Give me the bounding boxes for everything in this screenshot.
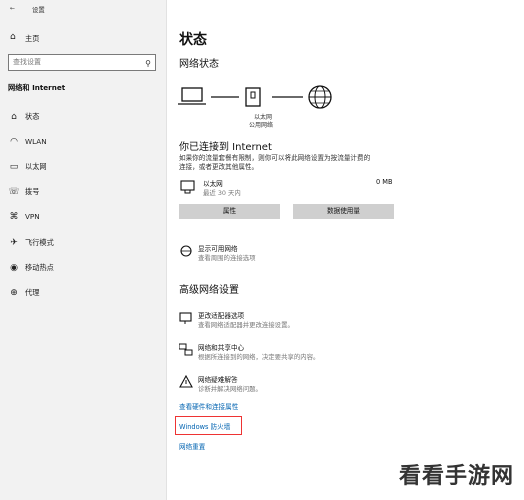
sidebar-item-label: 移动热点: [25, 263, 54, 272]
page-title: 状态: [179, 32, 207, 48]
connected-heading: 你已连接到 Internet: [179, 142, 272, 153]
diagram-label-line2: 公用网络: [249, 122, 274, 129]
dialup-icon: ☏: [8, 187, 20, 197]
show-networks-item[interactable]: 显示可用网络 查看周围的连接选项: [179, 243, 394, 265]
adapter-options-icon: [179, 312, 192, 324]
sidebar-item-status[interactable]: ⌂ 状态: [0, 108, 166, 130]
adapter-sub: 最近 30 天内: [203, 189, 241, 197]
sidebar-home[interactable]: ⌂ 主页: [10, 32, 150, 46]
sidebar-item-hotspot[interactable]: ◉ 移动热点: [0, 259, 166, 281]
sidebar-item-label: VPN: [25, 212, 40, 221]
window-title: 设置: [32, 6, 45, 14]
data-usage-button[interactable]: 数据使用量: [293, 204, 394, 219]
connected-desc-line2: 连接，或者更改其他属性。: [179, 163, 259, 171]
sidebar-home-label: 主页: [25, 34, 40, 43]
show-networks-title: 显示可用网络: [198, 245, 238, 253]
search-icon[interactable]: ⚲: [145, 56, 151, 71]
network-reset-link[interactable]: 网络重置: [179, 441, 205, 451]
change-adapter-options[interactable]: 更改适配器选项 查看网络适配器并更改连接设置。: [179, 310, 394, 332]
search-input[interactable]: 查找设置 ⚲: [8, 54, 156, 71]
sidebar-item-label: 飞行模式: [25, 238, 54, 247]
globe-icon: ⊕: [10, 288, 18, 298]
ethernet-icon: ▭: [9, 162, 19, 172]
sidebar-item-airplane[interactable]: ✈ 飞行模式: [0, 234, 166, 256]
internet-globe-icon: [308, 85, 332, 109]
airplane-icon: ✈: [10, 238, 18, 248]
sidebar-item-dialup[interactable]: ☏ 拨号: [0, 183, 166, 205]
sidebar-item-proxy[interactable]: ⊕ 代理: [0, 284, 166, 306]
router-icon: [245, 87, 261, 107]
network-sharing-center[interactable]: 网络和共享中心 根据所连接到的网络，决定要共享的内容。: [179, 342, 394, 364]
computer-icon: [178, 87, 206, 105]
ethernet-adapter-icon: [180, 180, 195, 194]
adv-item-title: 网络疑难解答: [198, 376, 238, 384]
network-status-heading: 网络状态: [179, 59, 219, 70]
home-icon: ⌂: [10, 32, 16, 42]
adapter-usage: 0 MB: [376, 178, 393, 186]
adv-item-desc: 查看网络适配器并更改连接设置。: [198, 321, 294, 329]
show-networks-desc: 查看周围的连接选项: [198, 254, 256, 262]
sidebar-item-label: 代理: [25, 288, 40, 297]
vpn-icon: ⌘: [9, 212, 19, 222]
show-networks-icon: [180, 245, 192, 257]
watermark: 看看手游网: [398, 464, 514, 489]
sidebar-item-label: 状态: [25, 112, 40, 121]
adapter-name: 以太网: [203, 180, 223, 188]
sidebar-item-wlan[interactable]: ◠ WLAN: [0, 133, 166, 155]
adv-item-desc: 根据所连接到的网络，决定要共享的内容。: [198, 353, 320, 361]
wifi-icon: ◠: [10, 137, 18, 147]
hardware-properties-link[interactable]: 查看硬件和连接属性: [179, 401, 238, 411]
home-status-icon: ⌂: [11, 112, 17, 122]
network-troubleshooter[interactable]: 网络疑难解答 诊断并解决网络问题。: [179, 374, 394, 396]
sidebar-item-vpn[interactable]: ⌘ VPN: [0, 208, 166, 230]
sidebar-item-label: 拨号: [25, 187, 40, 196]
sharing-center-icon: [179, 343, 193, 356]
back-arrow-icon[interactable]: ←: [10, 5, 15, 12]
sidebar-section-title: 网络和 Internet: [8, 83, 66, 92]
hotspot-icon: ◉: [10, 263, 18, 273]
sidebar-item-label: WLAN: [25, 137, 47, 146]
advanced-heading: 高级网络设置: [179, 285, 239, 296]
sidebar-item-ethernet[interactable]: ▭ 以太网: [0, 158, 166, 180]
adv-item-desc: 诊断并解决网络问题。: [198, 385, 262, 393]
search-placeholder: 查找设置: [13, 58, 41, 66]
sidebar-item-label: 以太网: [25, 162, 47, 171]
adv-item-title: 更改适配器选项: [198, 312, 245, 320]
adv-item-title: 网络和共享中心: [198, 344, 245, 352]
sidebar-divider: [166, 0, 167, 500]
firewall-link[interactable]: Windows 防火墙: [179, 421, 230, 431]
warning-icon: [179, 375, 193, 388]
properties-button[interactable]: 属性: [179, 204, 280, 219]
